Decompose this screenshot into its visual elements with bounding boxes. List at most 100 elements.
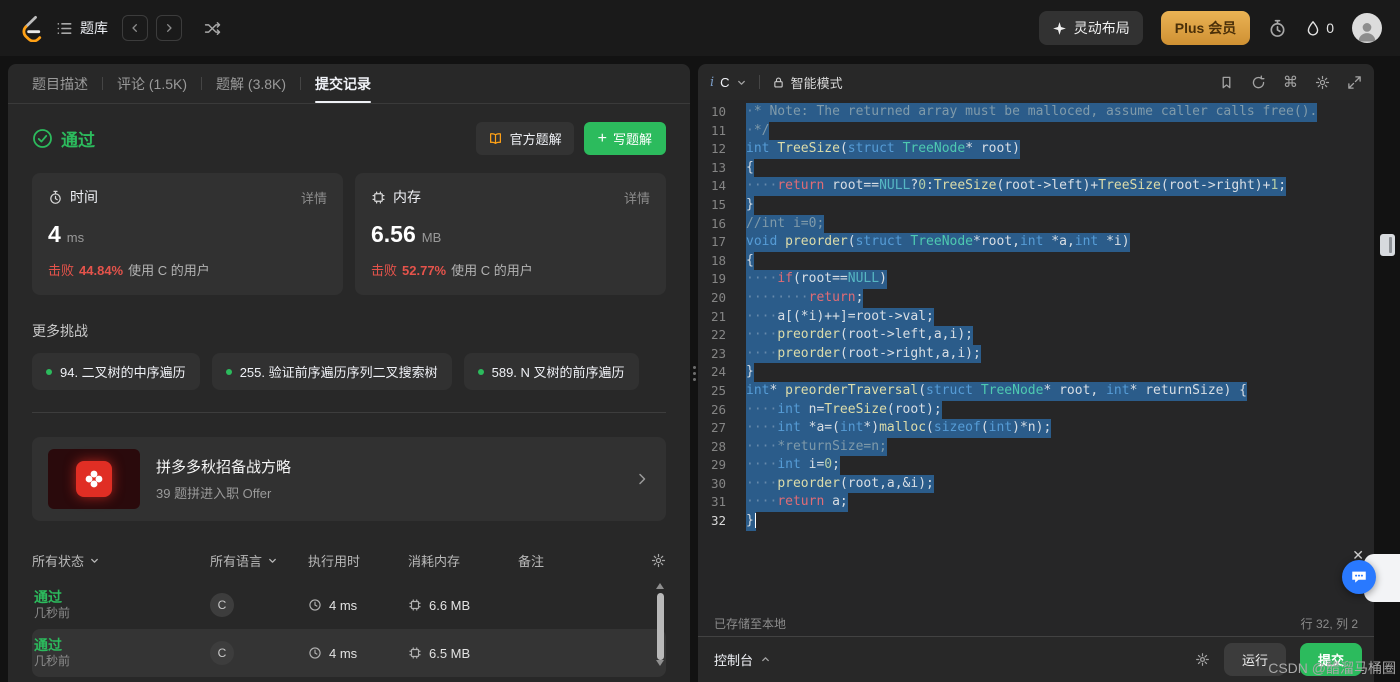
streak-counter[interactable]: 0	[1305, 19, 1334, 37]
reset-code-button[interactable]	[1251, 74, 1266, 90]
shortcuts-button[interactable]: ⌘	[1283, 75, 1298, 90]
fullscreen-button[interactable]	[1347, 75, 1362, 90]
tab-description[interactable]: 题目描述	[18, 64, 102, 103]
code-line[interactable]: 26 ····int n=TreeSize(root);	[698, 400, 1374, 420]
code-line[interactable]: 14 ····return root==NULL?0:TreeSize(root-…	[698, 177, 1374, 196]
stopwatch-icon	[50, 190, 61, 204]
language-selector[interactable]: i C	[710, 75, 747, 90]
problem-list-button[interactable]: 题库	[56, 18, 108, 38]
submission-row[interactable]: 通过 几秒前 C 4 ms 6.5 MB	[32, 629, 666, 677]
tab-solutions[interactable]: 题解 (3.8K)	[202, 64, 300, 103]
code-line[interactable]: 25 int* preorderTraversal(struct TreeNode…	[698, 381, 1374, 401]
code-line[interactable]: 31 ····return a;	[698, 493, 1374, 513]
console-options-button[interactable]	[1195, 652, 1210, 667]
code-line[interactable]: 20 ········return;	[698, 288, 1374, 308]
code-line[interactable]: 30 ····preorder(root,a,&i);	[698, 474, 1374, 494]
code-line[interactable]: 15}	[698, 195, 1374, 215]
scroll-up-arrow[interactable]	[656, 583, 664, 589]
submission-row[interactable]: 解答错误 几秒前 C N/A N/A	[32, 677, 666, 682]
code-line[interactable]: 24}	[698, 363, 1374, 382]
code-line[interactable]: 12 int TreeSize(struct TreeNode* root)	[698, 140, 1374, 159]
memory-detail-link[interactable]: 详情	[624, 188, 650, 207]
pinduoduo-logo	[76, 461, 112, 497]
code-line[interactable]: 23 ····preorder(root->right,a,i);	[698, 344, 1374, 364]
code-line[interactable]: 11 ·*/	[698, 121, 1374, 141]
code-line[interactable]: 28 ····*returnSize=n;	[698, 437, 1374, 457]
submit-button[interactable]: 提交	[1299, 643, 1362, 676]
code-text: ····if(root==NULL)	[746, 270, 887, 289]
official-solution-button[interactable]: 官方题解	[475, 122, 574, 155]
code-line[interactable]: 21 ····a[(*i)++]=root->val;	[698, 307, 1374, 327]
submissions-scrollbar[interactable]	[654, 583, 666, 680]
sparkle-icon	[1052, 21, 1066, 35]
line-number: 21	[710, 308, 726, 324]
plus-membership-button[interactable]: Plus 会员	[1160, 11, 1251, 45]
layout-button-label: 灵动布局	[1073, 20, 1130, 36]
scroll-down-arrow[interactable]	[656, 660, 664, 666]
customer-service-button[interactable]	[1342, 560, 1376, 594]
line-number: 29	[710, 457, 726, 473]
row-memory: 6.5 MB	[429, 645, 471, 661]
runtime-detail-link[interactable]: 详情	[301, 188, 327, 207]
code-line[interactable]: 17 void preorder(struct TreeNode*root,int…	[698, 233, 1374, 252]
leetcode-logo[interactable]	[18, 14, 42, 42]
cursor-position[interactable]: 行 32, 列 2	[1301, 615, 1358, 632]
chevron-down-icon	[737, 80, 745, 85]
runtime-card[interactable]: 时间 详情 4 ms 击败 44.84% 使用 C 的用户	[32, 173, 343, 295]
next-problem-button[interactable]	[156, 15, 182, 41]
line-number: 22	[710, 327, 726, 343]
promo-banner-subtitle: 39 题拼进入职 Offer	[156, 486, 272, 501]
code-text: }	[746, 195, 754, 215]
submission-row[interactable]: 通过 几秒前 C 4 ms 6.6 MB	[32, 581, 666, 629]
run-button[interactable]: 运行	[1223, 643, 1286, 676]
line-number: 10	[710, 104, 726, 119]
memory-card[interactable]: 内存 详情 6.56 MB 击败 52.77% 使用 C 的用户	[355, 173, 666, 295]
table-settings-button[interactable]	[638, 553, 666, 568]
code-text: ·*/	[746, 121, 770, 141]
layout-button[interactable]: 灵动布局	[1038, 11, 1143, 45]
promo-banner-image	[48, 449, 140, 509]
collapsed-panel-tab[interactable]	[1379, 234, 1395, 256]
book-icon	[489, 133, 501, 144]
random-problem-button[interactable]	[204, 20, 221, 37]
gear-icon	[651, 553, 666, 567]
language-filter[interactable]: 所有语言	[210, 551, 308, 570]
code-line[interactable]: 32}	[698, 512, 1374, 531]
clock-icon	[309, 599, 321, 611]
prev-problem-button[interactable]	[122, 15, 148, 41]
code-line[interactable]: 22 ····preorder(root->left,a,i);	[698, 326, 1374, 345]
memory-chip-icon	[409, 599, 421, 611]
bookmark-button[interactable]	[1219, 75, 1234, 90]
editor-settings-button[interactable]	[1315, 75, 1330, 90]
code-editor[interactable]: 10 ·* Note: The returned array must be ma…	[698, 100, 1374, 610]
console-toggle[interactable]: 控制台	[714, 650, 771, 669]
panel-resize-gutter[interactable]	[690, 64, 698, 682]
status-filter[interactable]: 所有状态	[32, 551, 210, 570]
scrollbar-thumb[interactable]	[656, 593, 664, 660]
write-solution-button[interactable]: + 写题解	[583, 122, 666, 155]
challenge-chip[interactable]: 255. 验证前序遍历序列二叉搜索树	[211, 353, 452, 390]
challenge-chip[interactable]: 589. N 叉树的前序遍历	[463, 353, 639, 390]
promo-banner[interactable]: 拼多多秋招备战方略 39 题拼进入职 Offer	[32, 437, 666, 521]
reset-icon	[1252, 74, 1265, 88]
code-line[interactable]: 29 ····int i=0;	[698, 456, 1374, 475]
chevron-left-icon	[132, 24, 138, 32]
code-line[interactable]: 18 {	[698, 251, 1374, 271]
code-text: ·* Note: The returned array must be mall…	[746, 103, 1318, 122]
avatar[interactable]	[1352, 13, 1382, 43]
code-line[interactable]: 19 ····if(root==NULL)	[698, 270, 1374, 289]
memory-card-title: 内存	[393, 189, 421, 205]
memory-unit: MB	[421, 230, 442, 245]
tab-comments[interactable]: 评论 (1.5K)	[103, 64, 201, 103]
code-line[interactable]: 16 //int i=0;	[698, 214, 1374, 234]
smart-mode-toggle[interactable]: 智能模式	[772, 73, 843, 92]
code-line[interactable]: 13 {	[698, 158, 1374, 178]
chevron-up-icon	[762, 657, 769, 662]
timer-button[interactable]	[1268, 19, 1287, 38]
code-text: {	[746, 251, 754, 271]
code-text: ····preorder(root->left,a,i);	[746, 326, 973, 345]
code-line[interactable]: 10 ·* Note: The returned array must be ma…	[698, 103, 1374, 122]
tab-submissions[interactable]: 提交记录	[301, 64, 385, 103]
challenge-chip[interactable]: 94. 二叉树的中序遍历	[32, 353, 200, 390]
code-line[interactable]: 27 ····int *a=(int*)malloc(sizeof(int)*n)…	[698, 419, 1374, 438]
